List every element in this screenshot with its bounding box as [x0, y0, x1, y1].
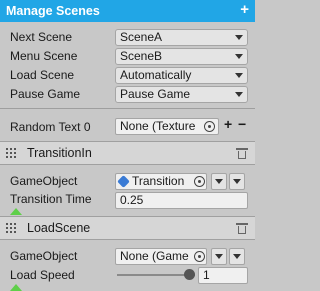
remove-texture-button[interactable]: − [238, 116, 246, 132]
object-picker-icon[interactable] [194, 176, 205, 187]
menu-scene-value: SceneB [120, 49, 163, 63]
load-scene-dropdown[interactable]: Automatically [115, 67, 248, 84]
random-texture-row: Random Text 0 None (Texture + − [0, 112, 255, 140]
next-scene-label: Next Scene [10, 30, 73, 44]
next-scene-dropdown[interactable]: SceneA [115, 29, 248, 46]
menu-scene-dropdown[interactable]: SceneB [115, 48, 248, 65]
transition-options-dropdown[interactable] [211, 173, 227, 190]
transition-time-input[interactable]: 0.25 [115, 192, 248, 209]
transition-in-title: TransitionIn [27, 146, 92, 160]
transition-time-value: 0.25 [120, 193, 144, 207]
chevron-down-icon [235, 54, 243, 59]
load-scene-value: Automatically [120, 68, 192, 82]
load-speed-value: 1 [203, 268, 210, 282]
object-picker-icon[interactable] [194, 251, 205, 262]
chevron-down-icon [235, 73, 243, 78]
chevron-down-icon [235, 92, 243, 97]
drag-handle-icon[interactable] [6, 148, 18, 160]
object-picker-icon[interactable] [204, 121, 215, 132]
load-scene-header[interactable]: LoadScene [0, 216, 255, 240]
manage-scenes-header: Manage Scenes + [0, 0, 255, 22]
header-title: Manage Scenes [6, 4, 100, 18]
divider [0, 108, 255, 109]
add-scene-button[interactable]: + [240, 1, 249, 18]
load-options-dropdown[interactable] [211, 248, 227, 265]
random-texture-value: None (Texture [120, 119, 196, 133]
chevron-down-icon [235, 35, 243, 40]
load-gameobject-label: GameObject [10, 249, 78, 263]
menu-scene-label: Menu Scene [10, 49, 78, 63]
load-speed-input[interactable]: 1 [198, 267, 248, 284]
load-speed-slider-thumb[interactable] [184, 269, 195, 280]
chevron-down-icon [233, 179, 241, 184]
add-marker-icon [10, 208, 22, 215]
transition-time-label: Transition Time [10, 192, 92, 206]
scene-settings-panel: Next Scene SceneA Menu Scene SceneB Load… [0, 22, 255, 107]
load-speed-label: Load Speed [10, 268, 75, 282]
drag-handle-icon[interactable] [6, 223, 18, 235]
trash-icon[interactable] [236, 148, 248, 159]
pause-game-value: Pause Game [120, 87, 191, 101]
prefab-cube-icon [117, 175, 130, 188]
chevron-down-icon [215, 179, 223, 184]
load-menu-dropdown[interactable] [229, 248, 245, 265]
pause-game-dropdown[interactable]: Pause Game [115, 86, 248, 103]
transition-gameobject-value: Transition [132, 174, 185, 188]
chevron-down-icon [233, 254, 241, 259]
pause-game-label: Pause Game [10, 87, 81, 101]
next-scene-value: SceneA [120, 30, 163, 44]
load-gameobject-value: None (Game [120, 249, 189, 263]
transition-in-header[interactable]: TransitionIn [0, 141, 255, 165]
transition-gameobject-label: GameObject [10, 174, 78, 188]
load-scene-label: Load Scene [10, 68, 75, 82]
load-scene-body: GameObject None (Game Load Speed 1 [0, 241, 255, 291]
trash-icon[interactable] [236, 223, 248, 234]
transition-in-body: GameObject Transition Transition Time 0.… [0, 166, 255, 216]
transition-menu-dropdown[interactable] [229, 173, 245, 190]
load-scene-title: LoadScene [27, 221, 91, 235]
add-texture-button[interactable]: + [224, 116, 232, 132]
random-texture-label: Random Text 0 [10, 120, 91, 134]
add-marker-icon [10, 284, 22, 291]
chevron-down-icon [215, 254, 223, 259]
